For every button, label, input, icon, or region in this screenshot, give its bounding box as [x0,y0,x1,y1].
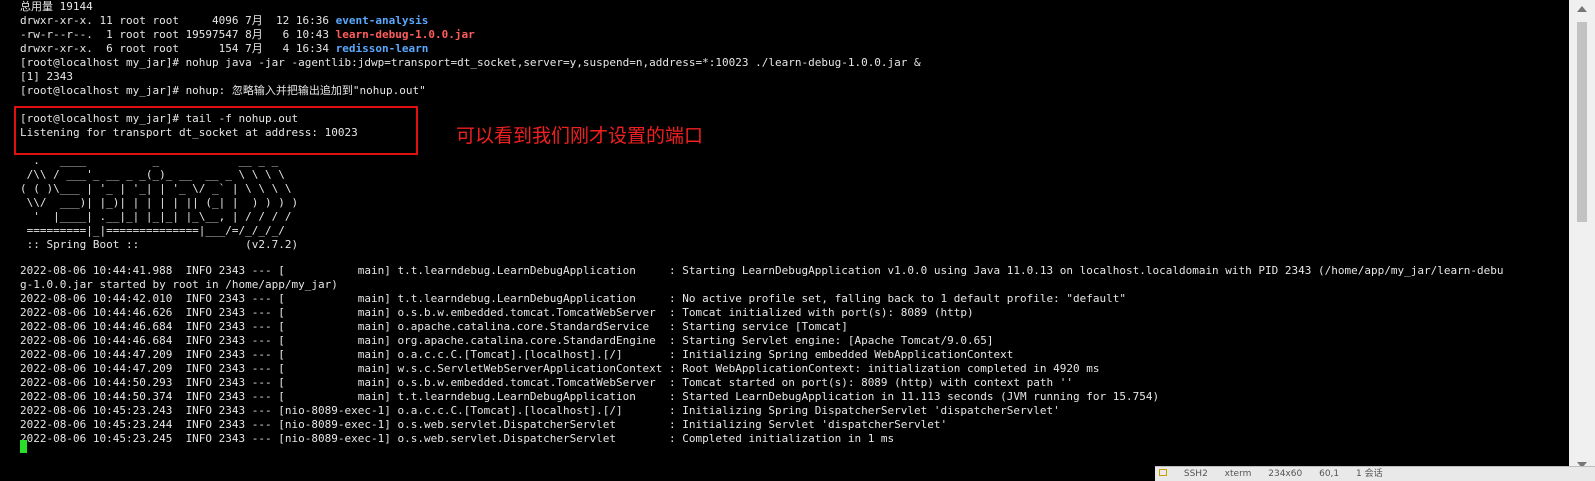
job-id: [1] 2343 [20,70,73,83]
log-line: 2022-08-06 10:44:46.684 INFO 2343 --- [ … [20,320,848,333]
vertical-scrollbar[interactable] [1569,0,1595,480]
log-line: 2022-08-06 10:44:50.374 INFO 2343 --- [ … [20,390,1160,403]
log-line: 2022-08-06 10:44:47.209 INFO 2343 --- [ … [20,348,1014,361]
status-bar: SSH2 xterm 234x60 60,1 1 会话 [1155,466,1595,481]
annotation-text: 可以看到我们刚才设置的端口 [456,125,704,147]
banner-line: \\/ ___)| |_)| | | | | || (_| | ) ) ) ) [20,196,299,209]
terminal-cursor[interactable] [20,440,27,453]
lock-icon [1159,469,1167,476]
listing-meta: drwxr-xr-x. 6 root root 154 7月 4 16:34 [20,42,336,55]
listing-meta: drwxr-xr-x. 11 root root 4096 7月 12 16:3… [20,14,336,27]
status-cursor-position: 60,1 [1319,469,1340,479]
nohup-message: [root@localhost my_jar]# nohup: 忽略输入并把输出… [20,84,426,97]
banner-line: . ____ _ __ _ _ [20,154,279,167]
scrollbar-thumb[interactable] [1577,22,1587,222]
log-line: 2022-08-06 10:44:50.293 INFO 2343 --- [ … [20,376,1073,389]
spring-boot-version: :: Spring Boot :: (v2.7.2) [20,238,299,251]
nohup-command: [root@localhost my_jar]# nohup java -jar… [20,56,921,69]
log-line: 2022-08-06 10:44:41.988 INFO 2343 --- [ … [20,264,1504,277]
banner-line: /\\ / ___'_ __ _ _(_)_ __ __ _ \ \ \ \ [20,168,285,181]
log-line: 2022-08-06 10:44:46.684 INFO 2343 --- [ … [20,334,994,347]
directory-name: event-analysis [335,14,429,27]
log-line: 2022-08-06 10:44:46.626 INFO 2343 --- [ … [20,306,974,319]
status-sessions: 1 会话 [1356,469,1383,479]
listing-total: 总用量 19144 [20,0,93,13]
terminal-window[interactable]: 总用量 19144 drwxr-xr-x. 11 root root 4096 … [0,0,1569,480]
status-protocol: SSH2 [1183,469,1208,479]
log-line: 2022-08-06 10:44:42.010 INFO 2343 --- [ … [20,292,1126,305]
log-line: g-1.0.0.jar started by root in /home/app… [20,278,338,291]
status-terminal-type: xterm [1224,469,1252,479]
listing-row: drwxr-xr-x. 6 root root 154 7月 4 16:34 r… [20,42,428,56]
banner-line: ' |____| .__|_| |_|_| |_\__, | / / / / [20,210,292,223]
highlight-box [14,106,418,155]
scroll-up-arrow-icon[interactable] [1577,6,1587,12]
log-line: 2022-08-06 10:45:23.244 INFO 2343 --- [n… [20,418,948,431]
directory-name: redisson-learn [335,42,429,55]
log-line: 2022-08-06 10:45:23.243 INFO 2343 --- [n… [20,404,1060,417]
listing-row: -rw-r--r--. 1 root root 19597547 8月 6 10… [20,28,475,42]
banner-line: =========|_|==============|___/=/_/_/_/ [20,224,285,237]
log-line: 2022-08-06 10:44:47.209 INFO 2343 --- [ … [20,362,1100,375]
listing-meta: -rw-r--r--. 1 root root 19597547 8月 6 10… [20,28,336,41]
listing-row: drwxr-xr-x. 11 root root 4096 7月 12 16:3… [20,14,428,28]
status-size: 234x60 [1268,469,1303,479]
log-line: 2022-08-06 10:45:23.245 INFO 2343 --- [n… [20,432,895,445]
jar-file-name: learn-debug-1.0.0.jar [335,28,475,41]
banner-line: ( ( )\___ | '_ | '_| | '_ \/ _` | \ \ \ … [20,182,292,195]
